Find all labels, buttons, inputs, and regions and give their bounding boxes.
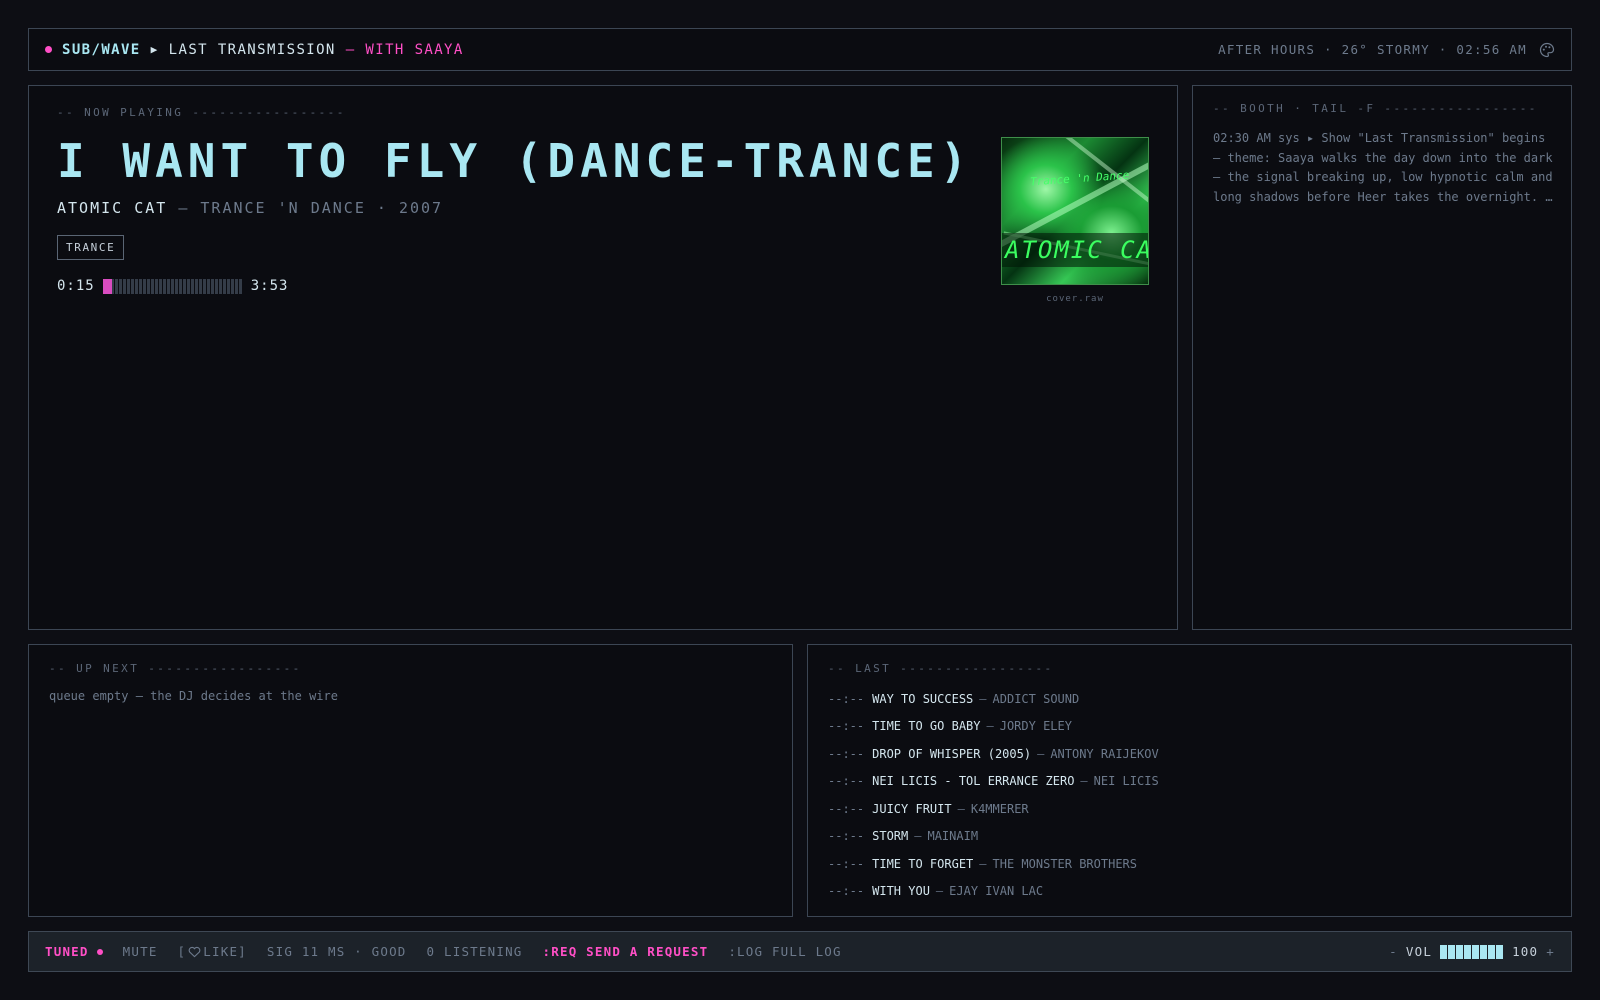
track-duration: 3:53 (250, 278, 289, 294)
song-title: STORM (872, 829, 909, 844)
listener-count: 0 LISTENING (426, 944, 523, 959)
track-title: I WANT TO FLY (DANCE-TRANCE) (57, 134, 973, 188)
status-left: TUNED MUTE [ LIKE] SIG 11 MS · GOOD 0 LI… (45, 932, 842, 971)
song-artist: K4MMERER (970, 801, 1029, 816)
list-item[interactable]: --:-- NEI LICIS - TOL ERRANCE ZERO — NEI LI… (828, 768, 1159, 796)
list-item[interactable]: --:-- STORM — MAINAIM (828, 823, 1159, 851)
up-next-label: -- UP NEXT ----------------- (49, 662, 302, 675)
song-artist: EJAY IVAN LAC (949, 884, 1044, 899)
volume-slider[interactable] (1440, 944, 1505, 959)
list-item[interactable]: --:-- JUICY FRUIT — K4MMERER (828, 795, 1159, 823)
progress-bar[interactable] (102, 278, 243, 294)
status-bar: TUNED MUTE [ LIKE] SIG 11 MS · GOOD 0 LI… (28, 931, 1572, 972)
tuned-indicator[interactable]: TUNED (45, 944, 103, 959)
mute-button[interactable]: MUTE (123, 944, 158, 959)
last-played-panel: -- LAST ----------------- --:-- WAY TO SU… (807, 644, 1572, 917)
volume-control: - VOL 100 + (1389, 932, 1555, 971)
top-bar: SUB/WAVE ▶ LAST TRANSMISSION — WITH SAAY… (28, 28, 1572, 71)
last-label: -- LAST ----------------- (828, 662, 1054, 675)
song-title: WITH YOU (872, 884, 930, 899)
progress-fill (102, 278, 112, 294)
queue-empty-text: queue empty — the DJ decides at the wire (49, 689, 338, 703)
track-artist[interactable]: ATOMIC CAT (57, 199, 167, 217)
genre-tag[interactable]: TRANCE (57, 235, 125, 260)
last-played-list: --:-- WAY TO SUCCESS — ADDICT SOUND --:-- TI… (828, 685, 1159, 905)
send-request-button[interactable]: :REQ SEND A REQUEST (543, 944, 709, 959)
volume-fill (1440, 944, 1505, 959)
status-readout: AFTER HOURS · 26° STORMY · 02:56 AM (1218, 29, 1555, 70)
song-title: NEI LICIS - TOL ERRANCE ZERO (872, 774, 1075, 789)
play-arrow-icon: ▶ (150, 43, 159, 56)
elapsed-time: 0:15 (57, 278, 95, 294)
time-weather: AFTER HOURS · 26° STORMY · 02:56 AM (1218, 42, 1527, 57)
song-artist: MAINAIM (927, 829, 979, 844)
song-title: DROP OF WHISPER (2005) (872, 746, 1032, 761)
palette-icon[interactable] (1539, 42, 1555, 58)
list-item[interactable]: --:-- TIME TO GO BABY — JORDY ELEY (828, 713, 1159, 741)
cover-caption: cover.raw (1046, 294, 1104, 304)
song-artist: NEI LICIS (1093, 774, 1159, 789)
song-title: WAY TO SUCCESS (872, 691, 974, 706)
song-title: TIME TO FORGET (872, 856, 974, 871)
show-name: LAST TRANSMISSION (168, 41, 336, 58)
tuned-dot-icon (96, 948, 103, 955)
up-next-panel: -- UP NEXT ----------------- queue empty… (28, 644, 793, 917)
track-meta: ATOMIC CAT — TRANCE 'N DANCE · 2007 (57, 199, 443, 217)
now-playing-panel: -- NOW PLAYING ----------------- I WANT … (28, 85, 1178, 630)
list-item[interactable]: --:-- DROP OF WHISPER (2005) — ANTONY RAIJE… (828, 740, 1159, 768)
album-cover: Trance 'n Dance ATOMIC CAT (1001, 137, 1149, 285)
station-header: SUB/WAVE ▶ LAST TRANSMISSION — WITH SAAY… (45, 29, 464, 70)
volume-label: VOL (1405, 944, 1433, 959)
booth-log: 02:30 AM sys ▸ Show "Last Transmission" … (1213, 131, 1553, 204)
track-album-year: — TRANCE 'N DANCE · 2007 (178, 199, 444, 217)
booth-label: -- BOOTH · TAIL -F ----------------- (1213, 102, 1538, 115)
show-host: — WITH SAAYA (345, 41, 464, 58)
signal-readout: SIG 11 MS · GOOD (266, 944, 407, 959)
song-artist: ANTONY RAIJEKOV (1050, 746, 1159, 761)
song-artist: ADDICT SOUND (992, 691, 1080, 706)
song-artist: JORDY ELEY (999, 719, 1072, 734)
song-title: JUICY FRUIT (872, 801, 952, 816)
song-title: TIME TO GO BABY (872, 719, 981, 734)
like-button[interactable]: [ LIKE] (178, 944, 247, 959)
volume-value: 100 (1512, 944, 1539, 959)
heart-icon (188, 946, 201, 958)
full-log-button[interactable]: :LOG FULL LOG (728, 944, 841, 959)
now-playing-label: -- NOW PLAYING ----------------- (57, 106, 346, 119)
live-dot-icon (45, 46, 52, 53)
station-brand[interactable]: SUB/WAVE (62, 42, 141, 58)
list-item[interactable]: --:-- WAY TO SUCCESS — ADDICT SOUND (828, 685, 1159, 713)
booth-panel: -- BOOTH · TAIL -F ----------------- 02:… (1192, 85, 1572, 630)
list-item[interactable]: --:-- TIME TO FORGET — THE MONSTER BROTHERS (828, 850, 1159, 878)
list-item[interactable]: --:-- WITH YOU — EJAY IVAN LAC (828, 878, 1159, 906)
volume-down-button[interactable]: - (1389, 944, 1398, 959)
song-artist: THE MONSTER BROTHERS (992, 856, 1138, 871)
volume-up-button[interactable]: + (1546, 944, 1555, 959)
track-progress: 0:15 3:53 (57, 278, 288, 294)
cover-artist-text: ATOMIC CAT (1005, 236, 1148, 264)
